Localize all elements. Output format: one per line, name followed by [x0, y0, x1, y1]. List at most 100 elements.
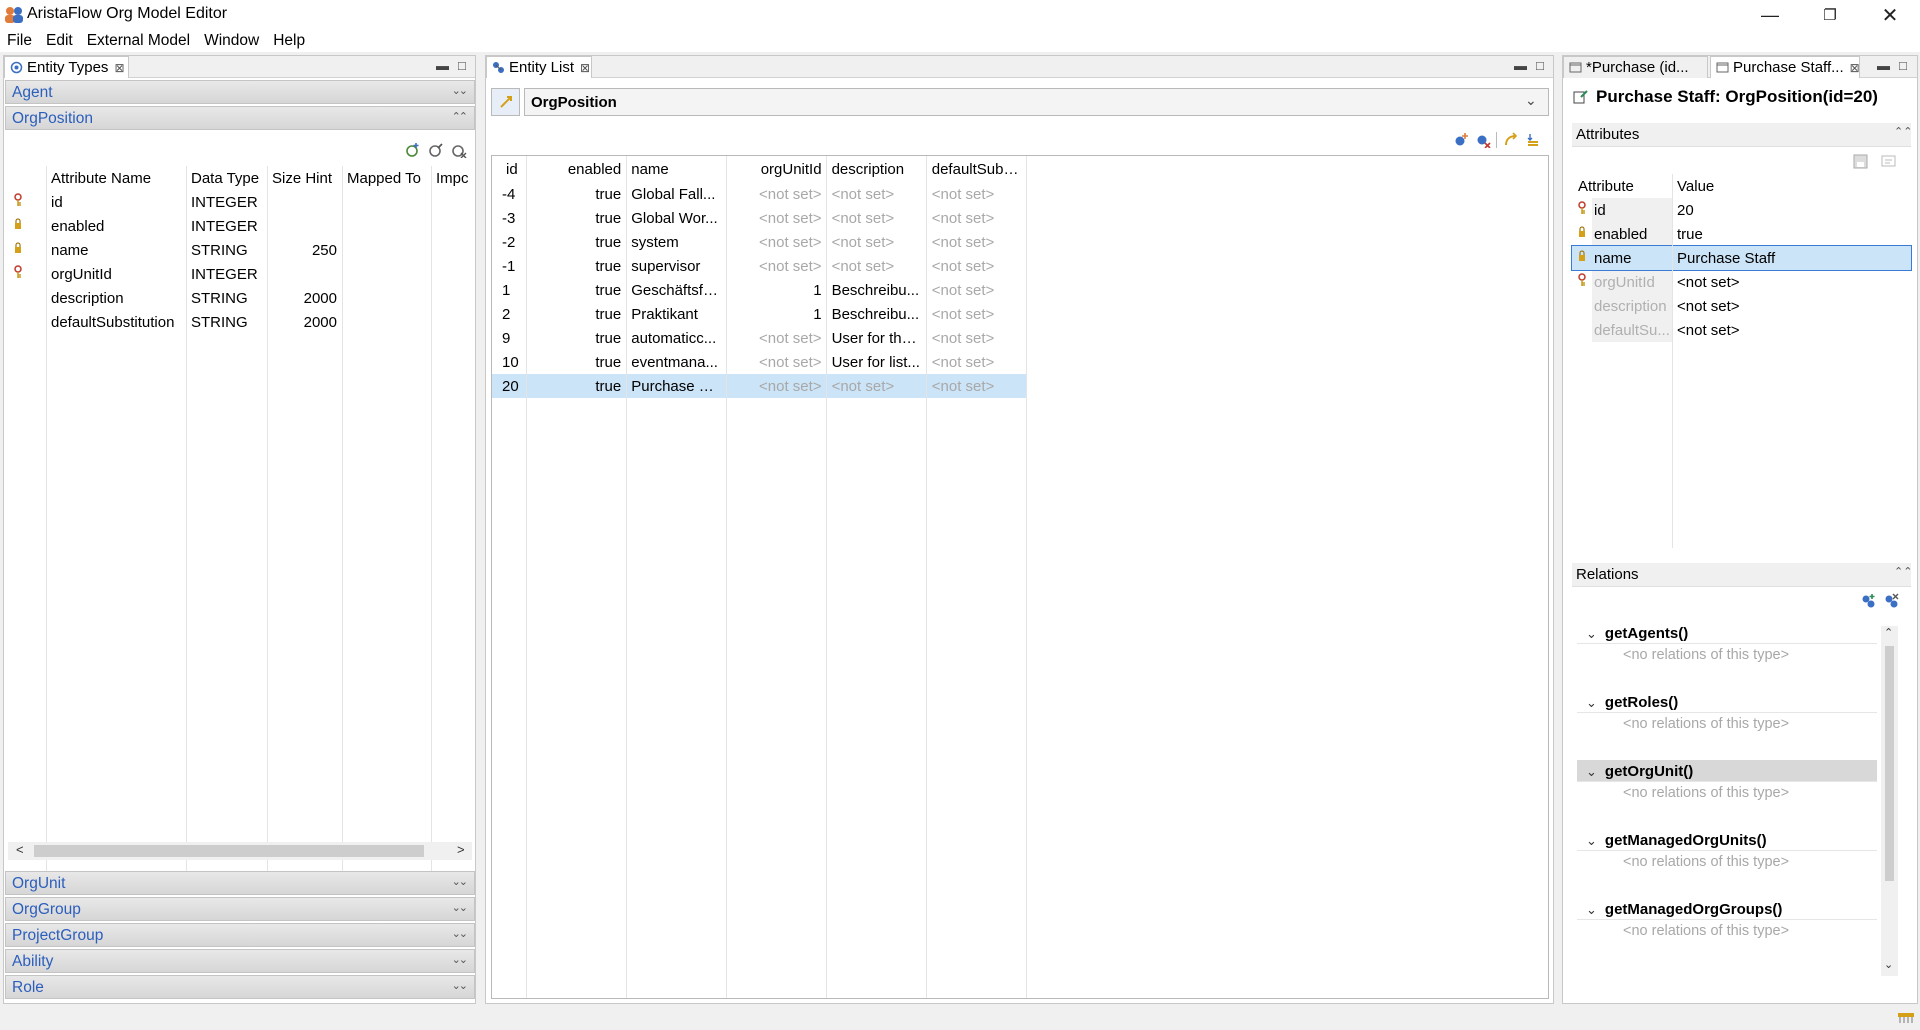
table-row[interactable]: id INTEGER — [8, 190, 469, 214]
col-attribute-name[interactable]: Attribute Name — [46, 166, 186, 190]
table-row[interactable]: enabled INTEGER — [8, 214, 469, 238]
export-icon[interactable] — [1525, 132, 1541, 148]
tab-purchase-staff[interactable]: Purchase Staff... ⊠ — [1710, 56, 1860, 78]
table-row[interactable]: name STRING 250 — [8, 238, 469, 262]
col-attribute[interactable]: Attribute — [1572, 174, 1672, 198]
relations-section-header[interactable]: Relations ⌃⌃ — [1572, 563, 1912, 587]
restore-button[interactable]: ❐ — [1802, 0, 1858, 30]
remove-attribute-icon[interactable] — [451, 142, 467, 158]
attr-value[interactable]: true — [1672, 222, 1911, 246]
attribute-row[interactable]: description <not set> — [1572, 294, 1911, 318]
cell-enabled: true — [595, 305, 622, 323]
scroll-up-icon[interactable]: ⌃ — [1884, 626, 1893, 639]
attribute-row[interactable]: enabled true — [1572, 222, 1911, 246]
maximize-panel-icon[interactable]: □ — [458, 58, 466, 73]
table-row[interactable]: 10 true eventmana... <not set> User for list… — [492, 350, 1027, 374]
close-window-button[interactable]: ✕ — [1862, 0, 1918, 30]
table-row[interactable]: -1 true supervisor <not set> <not set> <not s… — [492, 254, 1027, 278]
collapse-icon[interactable]: ⌃⌃ — [1894, 565, 1912, 578]
scroll-down-icon[interactable]: ⌄ — [1884, 958, 1893, 971]
add-relation-icon[interactable] — [1860, 593, 1877, 610]
minimize-button[interactable]: — — [1742, 0, 1798, 30]
menu-edit[interactable]: Edit — [39, 30, 80, 52]
tab-purchase-dirty[interactable]: *Purchase (id... — [1563, 56, 1708, 78]
collapse-icon[interactable]: ⌃⌃ — [1894, 125, 1912, 138]
save-icon[interactable] — [1853, 154, 1868, 169]
table-row[interactable]: description STRING 2000 — [8, 286, 469, 310]
attr-value[interactable]: Purchase Staff — [1672, 246, 1911, 270]
relations-scrollbar[interactable]: ⌃ ⌄ — [1881, 626, 1898, 976]
relation-header[interactable]: ⌄ getAgents() — [1577, 622, 1877, 644]
col-impc[interactable]: Impc — [431, 166, 469, 190]
col-description[interactable]: description — [827, 156, 927, 182]
col-mapped-to[interactable]: Mapped To — [342, 166, 431, 190]
table-row[interactable]: defaultSubstitution STRING 2000 — [8, 310, 469, 334]
table-row[interactable]: -2 true system <not set> <not set> <not set> — [492, 230, 1027, 254]
table-row[interactable]: 9 true automaticc... <not set> User for the.… — [492, 326, 1027, 350]
relation-header[interactable]: ⌄ getOrgUnit() — [1577, 760, 1877, 782]
section-orgposition[interactable]: OrgPosition ⌃⌃ — [5, 106, 475, 130]
col-id[interactable]: id — [492, 156, 526, 182]
col-value[interactable]: Value — [1672, 174, 1911, 198]
close-tab-icon[interactable]: ⊠ — [580, 61, 590, 75]
entity-type-combo[interactable]: OrgPosition ⌄ — [524, 88, 1549, 116]
minimize-panel-icon[interactable]: ▬ — [436, 58, 449, 73]
close-tab-icon[interactable]: ⊠ — [114, 61, 124, 75]
section-agent[interactable]: Agent ⌄⌄ — [5, 80, 475, 104]
table-row[interactable]: -3 true Global Wor... <not set> <not set> <no… — [492, 206, 1027, 230]
section-role[interactable]: Role ⌄⌄ — [5, 975, 475, 999]
tab-entity-list[interactable]: Entity List ⊠ — [486, 56, 592, 78]
minimize-panel-icon[interactable]: ▬ — [1877, 58, 1890, 73]
attribute-row[interactable]: defaultSu... <not set> — [1572, 318, 1911, 342]
import-icon[interactable] — [1503, 132, 1519, 148]
col-size-hint[interactable]: Size Hint — [267, 166, 342, 190]
table-row[interactable]: 20 true Purchase St... <not set> <not set> <n… — [492, 374, 1027, 398]
attribute-row[interactable]: id 20 — [1572, 198, 1911, 222]
scroll-right-icon[interactable]: > — [457, 842, 465, 857]
attr-value[interactable]: 20 — [1672, 198, 1911, 222]
maximize-panel-icon[interactable]: □ — [1536, 58, 1544, 73]
entity-type-icon-button[interactable] — [491, 88, 520, 116]
attribute-row[interactable]: name Purchase Staff — [1571, 245, 1912, 271]
col-name[interactable]: name — [626, 156, 726, 182]
menu-help[interactable]: Help — [266, 30, 312, 52]
table-row[interactable]: 1 true Geschäftsfü... 1 Beschreibu... <not se… — [492, 278, 1027, 302]
close-tab-icon[interactable]: ⊠ — [1850, 61, 1860, 75]
add-entity-icon[interactable] — [1453, 132, 1469, 148]
section-orgunit[interactable]: OrgUnit ⌄⌄ — [5, 871, 475, 895]
memory-icon[interactable] — [1897, 1010, 1915, 1026]
menu-external-model[interactable]: External Model — [80, 30, 197, 52]
minimize-panel-icon[interactable]: ▬ — [1514, 58, 1527, 73]
attr-value[interactable]: <not set> — [1672, 270, 1911, 294]
section-projectgroup[interactable]: ProjectGroup ⌄⌄ — [5, 923, 475, 947]
tab-entity-types[interactable]: Entity Types ⊠ — [4, 56, 129, 78]
col-defaultsubs[interactable]: defaultSubs... — [927, 156, 1027, 182]
edit-attribute-icon[interactable] — [428, 142, 444, 158]
col-enabled[interactable]: enabled — [526, 156, 626, 182]
table-row[interactable]: 2 true Praktikant 1 Beschreibu... <not set> — [492, 302, 1027, 326]
add-attribute-icon[interactable] — [405, 142, 421, 158]
menu-window[interactable]: Window — [197, 30, 266, 52]
relation-header[interactable]: ⌄ getManagedOrgUnits() — [1577, 829, 1877, 851]
attributes-section-header[interactable]: Attributes ⌃⌃ — [1572, 123, 1912, 147]
col-data-type[interactable]: Data Type — [186, 166, 267, 190]
relation-header[interactable]: ⌄ getRoles() — [1577, 691, 1877, 713]
attr-value[interactable]: <not set> — [1672, 318, 1911, 342]
delete-entity-icon[interactable] — [1475, 132, 1491, 148]
menu-file[interactable]: File — [0, 30, 39, 52]
scrollbar-thumb[interactable] — [1885, 646, 1894, 881]
horizontal-scrollbar[interactable]: < > — [8, 842, 472, 860]
scroll-left-icon[interactable]: < — [16, 842, 24, 857]
maximize-panel-icon[interactable]: □ — [1899, 58, 1907, 73]
table-row[interactable]: orgUnitId INTEGER — [8, 262, 469, 286]
attribute-row[interactable]: orgUnitId <not set> — [1572, 270, 1911, 294]
relation-header[interactable]: ⌄ getManagedOrgGroups() — [1577, 898, 1877, 920]
col-orgunitid[interactable]: orgUnitId — [726, 156, 826, 182]
section-orggroup[interactable]: OrgGroup ⌄⌄ — [5, 897, 475, 921]
table-row[interactable]: -4 true Global Fall... <not set> <not set> <n… — [492, 182, 1027, 206]
attr-value[interactable]: <not set> — [1672, 294, 1911, 318]
scrollbar-thumb[interactable] — [34, 845, 424, 857]
revert-icon[interactable] — [1881, 154, 1896, 169]
section-ability[interactable]: Ability ⌄⌄ — [5, 949, 475, 973]
remove-relation-icon[interactable] — [1883, 593, 1900, 610]
